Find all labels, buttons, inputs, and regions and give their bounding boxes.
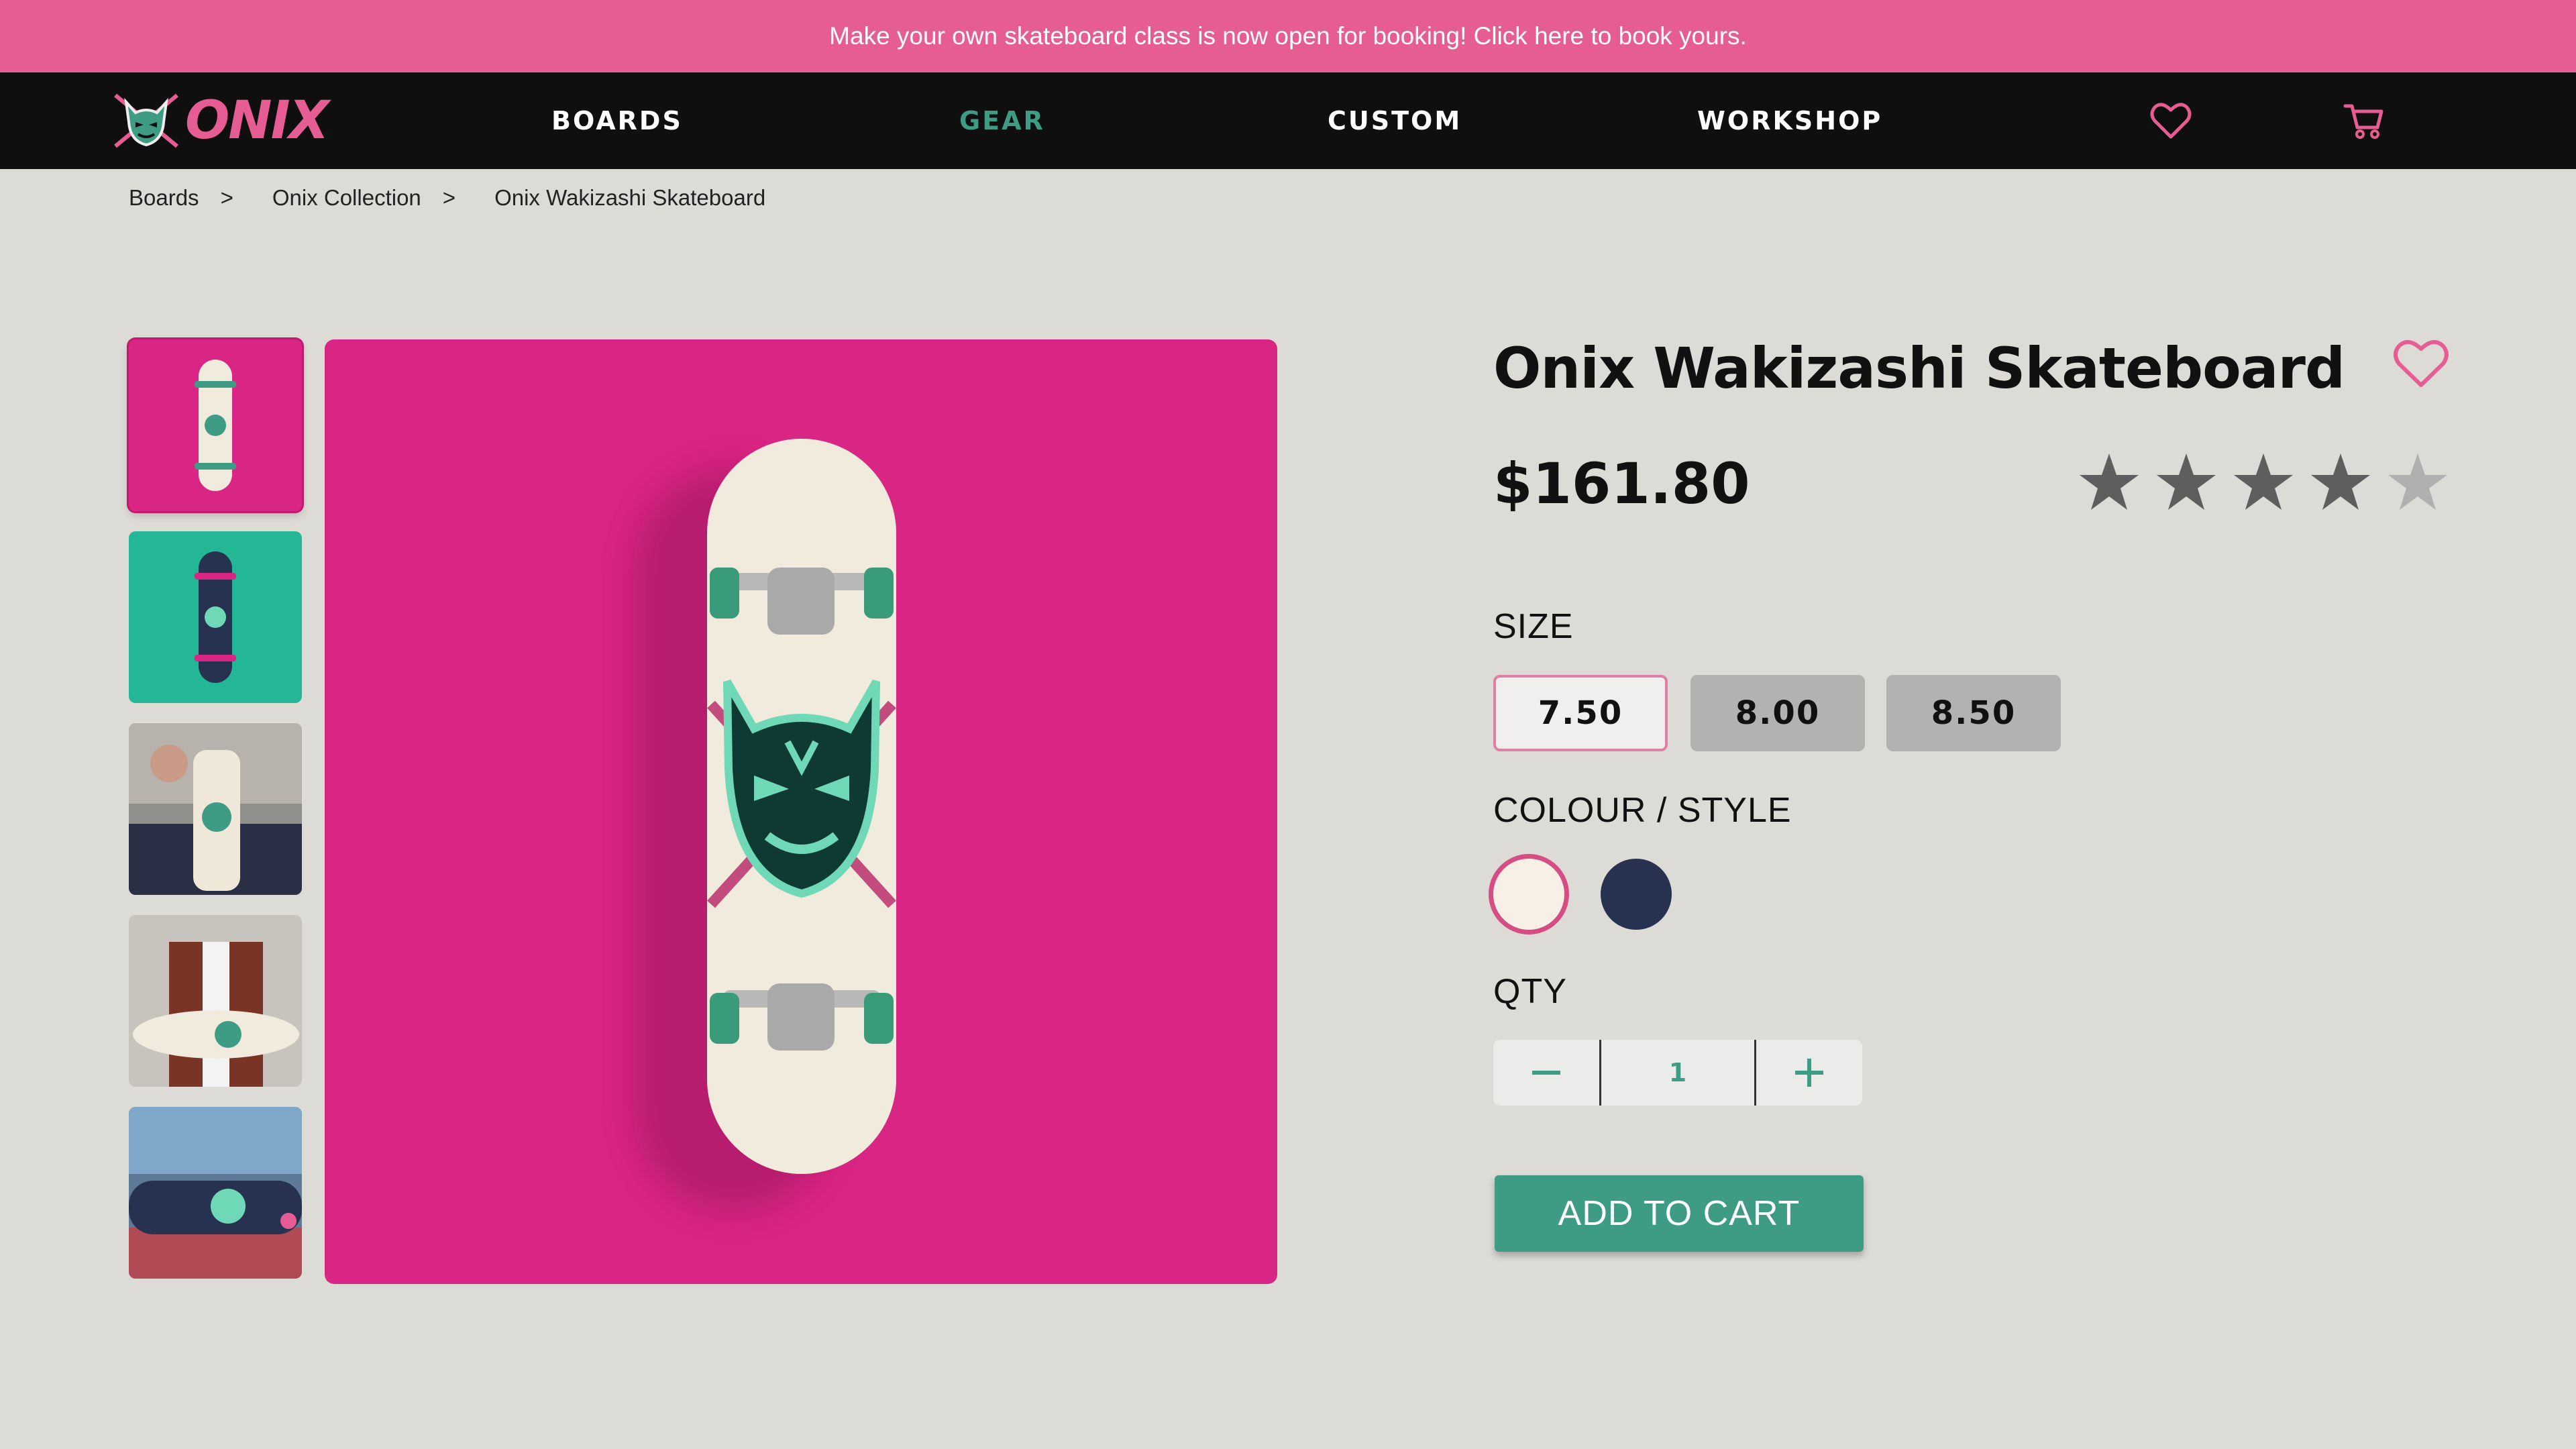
- announcement-text: Make your own skateboard class is now op…: [829, 22, 1747, 50]
- main-product-image: [325, 339, 1277, 1284]
- thumbnail-1[interactable]: [129, 339, 302, 511]
- top-nav: ONIX BOARDS GEAR CUSTOM WORKSHOP: [0, 72, 2576, 169]
- breadcrumb-collection[interactable]: Onix Collection: [272, 185, 421, 211]
- size-option-8-00[interactable]: 8.00: [1690, 675, 1865, 751]
- nav-gear[interactable]: GEAR: [959, 72, 1045, 169]
- person-board-thumbnail: [133, 942, 299, 1087]
- star-filled-icon: [2234, 453, 2293, 510]
- logo[interactable]: ONIX: [113, 91, 329, 151]
- quantity-stepper: 1: [1493, 1040, 1862, 1106]
- thumbnail-4[interactable]: [129, 915, 302, 1087]
- skateboard-illustration: [633, 439, 896, 1212]
- thumbnail-3[interactable]: [129, 723, 302, 895]
- star-filled-icon: [2080, 453, 2139, 510]
- qty-label: QTY: [1493, 972, 1567, 1011]
- navy-board-thumbnail: [195, 551, 236, 683]
- size-label: SIZE: [1493, 607, 1574, 646]
- colour-swatch-navy[interactable]: [1601, 859, 1672, 930]
- colour-label: COLOUR / STYLE: [1493, 791, 1792, 830]
- thumbnail-5[interactable]: [129, 1107, 302, 1279]
- nav-boards[interactable]: BOARDS: [551, 72, 683, 169]
- logo-text: ONIX: [185, 91, 329, 151]
- nav-custom[interactable]: CUSTOM: [1328, 72, 1462, 169]
- qty-value[interactable]: 1: [1599, 1040, 1756, 1106]
- breadcrumb-current: Onix Wakizashi Skateboard: [494, 185, 766, 210]
- thumbnail-2[interactable]: [129, 531, 302, 703]
- minus-icon: [1532, 1071, 1560, 1075]
- product-title: Onix Wakizashi Skateboard: [1493, 335, 2345, 401]
- star-empty-icon: [2388, 453, 2447, 510]
- size-option-8-50[interactable]: 8.50: [1886, 675, 2061, 751]
- breadcrumb-boards[interactable]: Boards: [129, 185, 199, 211]
- plus-icon: [1795, 1059, 1823, 1087]
- ramp-board-thumbnail: [129, 1107, 302, 1279]
- announcement-banner[interactable]: Make your own skateboard class is now op…: [0, 0, 2576, 72]
- qty-increment-button[interactable]: [1756, 1040, 1862, 1106]
- cream-board-thumbnail: [195, 360, 236, 491]
- breadcrumb-separator: >: [442, 185, 456, 210]
- oni-mask-icon: [114, 93, 178, 148]
- product-price: $161.80: [1493, 451, 1750, 517]
- qty-decrement-button[interactable]: [1493, 1040, 1599, 1106]
- add-to-cart-button[interactable]: ADD TO CART: [1495, 1175, 1864, 1252]
- favorite-heart-icon[interactable]: [2392, 337, 2450, 390]
- size-option-7-50[interactable]: 7.50: [1493, 675, 1668, 751]
- nav-workshop[interactable]: WORKSHOP: [1697, 72, 1882, 169]
- colour-swatch-cream[interactable]: [1493, 859, 1564, 930]
- board-photo-thumbnail: [129, 723, 302, 895]
- rating-stars: [2078, 451, 2464, 513]
- star-filled-icon: [2311, 453, 2370, 510]
- breadcrumb-separator: >: [220, 185, 233, 210]
- star-filled-icon: [2157, 453, 2216, 510]
- wishlist-heart-icon[interactable]: [2149, 101, 2192, 141]
- cart-icon[interactable]: [2343, 101, 2385, 141]
- breadcrumb: Boards > Onix Collection > Onix Wakizash…: [129, 185, 765, 211]
